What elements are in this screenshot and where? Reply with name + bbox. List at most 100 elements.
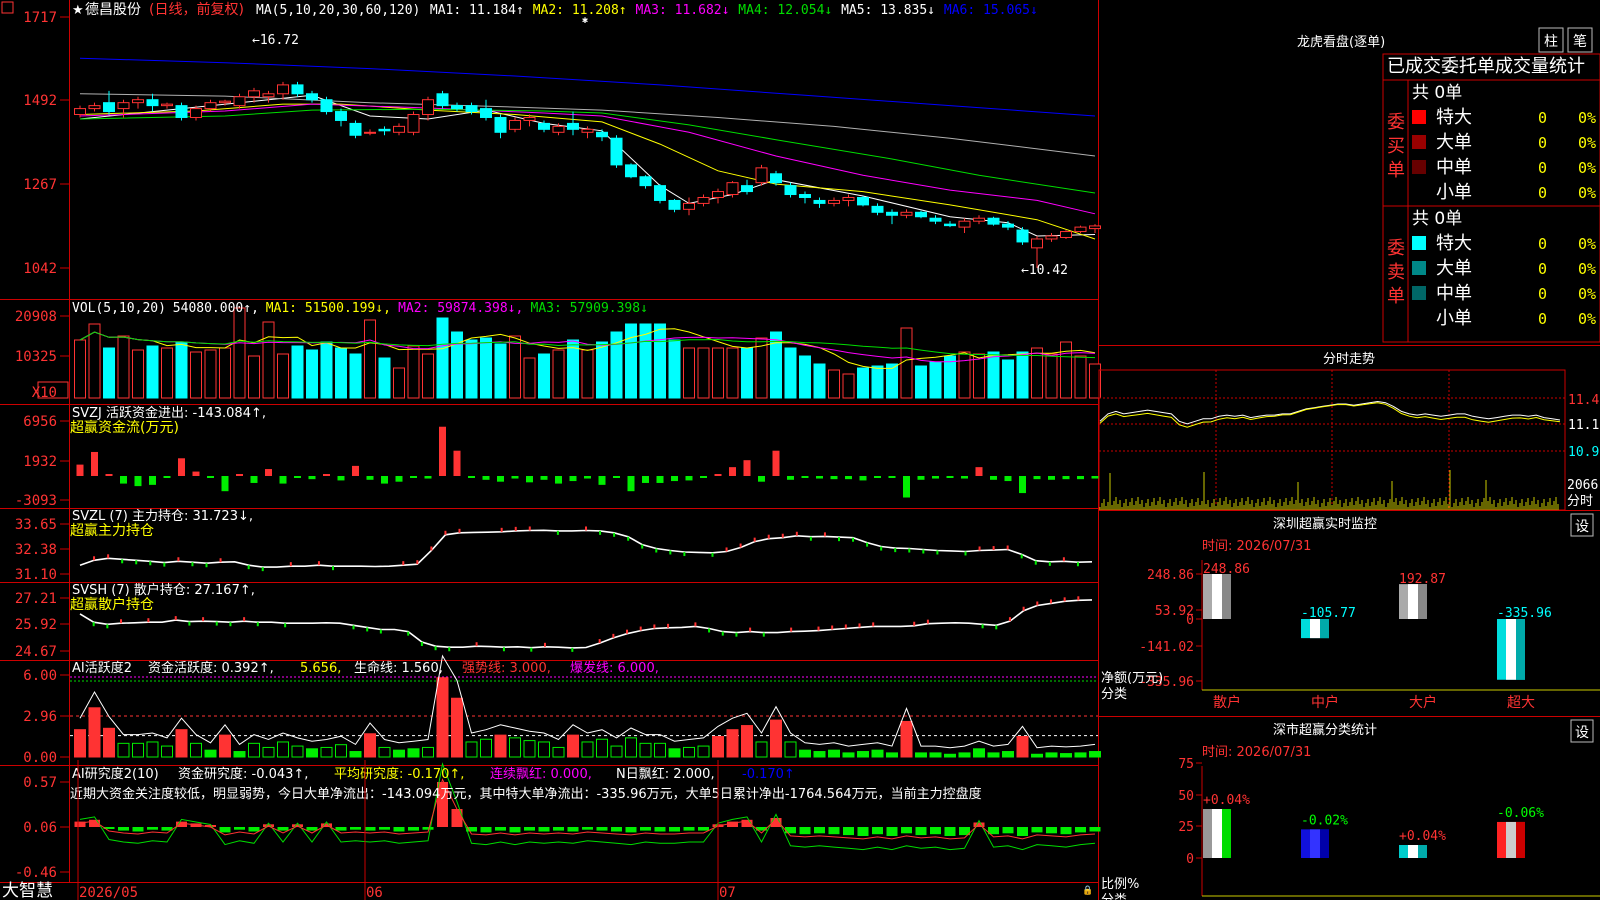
activity-bar bbox=[654, 742, 666, 758]
sell-row-value: 0 bbox=[1538, 285, 1547, 303]
candle-body bbox=[668, 199, 681, 210]
candle-body bbox=[596, 131, 608, 138]
research-bar bbox=[611, 827, 622, 832]
vol-legend-0: VOL(5,10,20) bbox=[72, 301, 166, 316]
y-tick-label: 25.92 bbox=[15, 617, 57, 633]
research-bar bbox=[1002, 827, 1014, 834]
candle-body bbox=[581, 128, 594, 133]
volume-bar bbox=[349, 353, 362, 399]
candle-body bbox=[248, 90, 260, 98]
ai-research-legend-4: N日飘红: 2.000, bbox=[616, 766, 715, 782]
ai-activity-legend-3: 生命线: 1.560, bbox=[354, 660, 443, 676]
research-bar bbox=[553, 827, 564, 831]
monitor-time-8: 时间: 2026/07/31 bbox=[1202, 539, 1311, 554]
activity-bar bbox=[494, 734, 507, 758]
volume-bar bbox=[393, 367, 405, 399]
activity-bar bbox=[697, 745, 710, 758]
candle-body bbox=[770, 173, 782, 184]
corner-box-icon[interactable] bbox=[1, 1, 14, 14]
candle-body bbox=[1045, 235, 1058, 240]
intraday-title: 分时走势 bbox=[1323, 351, 1375, 367]
volume-bar bbox=[422, 353, 434, 399]
activity-bar bbox=[132, 742, 144, 758]
volume-bar bbox=[509, 335, 521, 399]
fund-flow-bar bbox=[642, 476, 649, 483]
vol-legend-3: MA2: 59874.398↓, bbox=[398, 301, 523, 316]
y-tick-label: 1267 bbox=[23, 177, 57, 193]
fund-flow-bar bbox=[975, 467, 983, 476]
svzj-subtitle: 超赢资金流(万元) bbox=[70, 419, 179, 436]
candle-body bbox=[683, 202, 695, 210]
research-bar bbox=[785, 827, 796, 834]
fund-flow-bar bbox=[410, 476, 417, 478]
bar-right bbox=[1222, 574, 1231, 619]
fund-flow-bar bbox=[192, 471, 200, 476]
monitor-bar-8 bbox=[1301, 619, 1329, 639]
buy-row-name: 小单 bbox=[1436, 182, 1472, 203]
fund-flow-bar bbox=[323, 474, 330, 476]
research-bar bbox=[973, 822, 985, 827]
research-bar bbox=[277, 827, 289, 831]
fund-flow-bar bbox=[627, 476, 635, 492]
research-bar bbox=[654, 827, 666, 832]
research-bar bbox=[509, 827, 521, 833]
volume-bar bbox=[523, 357, 536, 399]
fund-flow-bar bbox=[76, 464, 84, 476]
candle-body bbox=[712, 191, 724, 198]
volume-bar bbox=[378, 357, 391, 399]
sell-row-name: 特大 bbox=[1436, 233, 1472, 254]
candle-body bbox=[857, 196, 869, 206]
volume-bar bbox=[277, 353, 289, 399]
volume-bar bbox=[842, 373, 855, 399]
volume-bar bbox=[1060, 341, 1072, 399]
y-tick-label: X10 bbox=[32, 385, 57, 401]
research-bar bbox=[596, 827, 608, 831]
y-tick-label: 0.57 bbox=[23, 775, 57, 791]
candle-body bbox=[639, 176, 652, 187]
candle-body bbox=[741, 185, 753, 193]
bar-right bbox=[1320, 829, 1329, 858]
bar-highlight bbox=[1212, 809, 1222, 858]
research-bar bbox=[393, 827, 405, 832]
order-color-swatch bbox=[1412, 236, 1426, 250]
volume-bar bbox=[915, 365, 927, 399]
ma-legend-6: MA6: 15.065↓ bbox=[944, 3, 1038, 18]
activity-bar bbox=[915, 752, 927, 758]
order-stats-subtitle: 已成交委托单成交量统计 bbox=[1387, 56, 1585, 77]
activity-bar bbox=[712, 736, 724, 758]
research-bar bbox=[886, 827, 898, 836]
fund-flow-bar bbox=[714, 474, 722, 476]
monitor-bar-8 bbox=[1399, 584, 1427, 619]
monitor-change-label: -0.02% bbox=[1301, 813, 1348, 828]
buy-row-value: 0 bbox=[1538, 109, 1547, 127]
stock-name: 德昌股份 bbox=[85, 2, 141, 18]
fund-flow-bar bbox=[424, 476, 432, 479]
monitor-time-9: 时间: 2026/07/31 bbox=[1202, 745, 1311, 760]
candle-body bbox=[958, 220, 971, 228]
activity-bar bbox=[364, 733, 376, 758]
intraday-price-line bbox=[1099, 400, 1561, 425]
research-bar bbox=[1046, 827, 1057, 834]
sell-row-value: 0 bbox=[1538, 235, 1547, 253]
activity-bar bbox=[436, 677, 449, 758]
research-bar bbox=[828, 827, 840, 835]
candle-body bbox=[871, 205, 884, 213]
research-bar bbox=[1089, 827, 1101, 832]
research-bar bbox=[132, 827, 144, 832]
activity-bar bbox=[973, 748, 985, 758]
ai-activity-legend-5: 爆发线: 6.000, bbox=[570, 660, 659, 676]
monitor-value-label: -105.77 bbox=[1301, 606, 1356, 621]
research-bar bbox=[625, 827, 637, 833]
research-bar bbox=[480, 827, 492, 833]
ma-legend-0: MA(5,10,20,30,60,120) bbox=[256, 3, 420, 18]
volume-bar bbox=[538, 353, 550, 399]
candle-body bbox=[436, 93, 449, 107]
activity-bar bbox=[726, 729, 739, 758]
y-tick-label: 6956 bbox=[23, 414, 57, 430]
fund-flow-bar bbox=[801, 476, 809, 478]
research-bar bbox=[408, 827, 419, 831]
research-bar bbox=[118, 827, 129, 831]
volume-bar bbox=[958, 351, 971, 399]
fund-flow-bar bbox=[482, 476, 490, 480]
research-bar bbox=[1017, 827, 1028, 836]
